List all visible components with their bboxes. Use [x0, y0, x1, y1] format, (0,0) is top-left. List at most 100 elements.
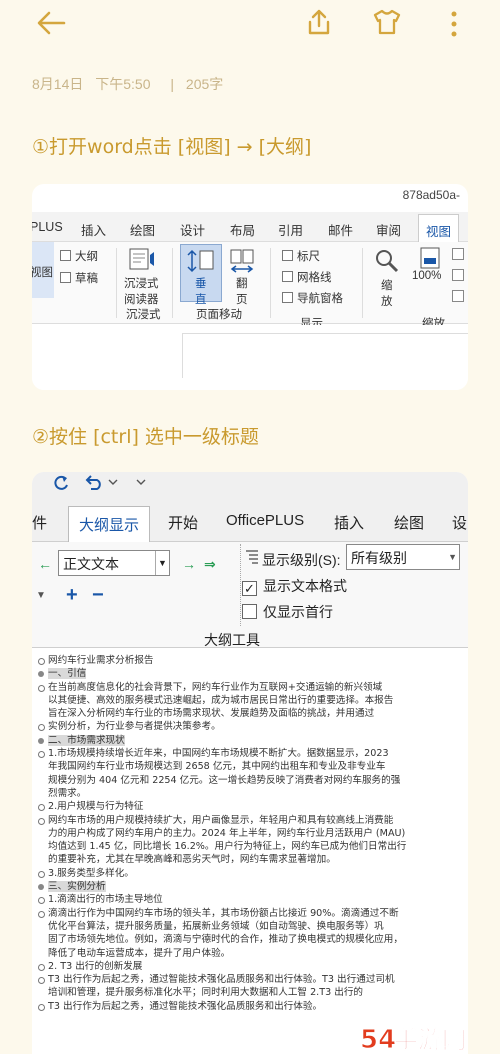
outline-icon — [60, 250, 71, 261]
draft-button[interactable]: 草稿 — [60, 270, 98, 286]
zoom-label[interactable]: 缩 放 — [381, 277, 393, 309]
tab-insert[interactable]: 插入 — [81, 220, 106, 239]
undo-dropdown-icon[interactable] — [108, 478, 118, 486]
outline-body-line[interactable]: 在当前高度信息化的社会背景下，网约车行业作为互联网+交通运输的新兴领域 — [36, 681, 468, 694]
immersive-reader-label[interactable]: 沉浸式 阅读器 — [124, 275, 159, 307]
tab-mailings[interactable]: 邮件 — [328, 220, 353, 239]
one-page-icon[interactable] — [452, 248, 464, 260]
theme-shirt-icon[interactable] — [372, 9, 402, 35]
tab-references[interactable]: 引用 — [278, 220, 303, 239]
tab-view[interactable]: 视图 — [418, 214, 460, 242]
demote-to-body-icon[interactable]: ⇒ — [204, 556, 216, 573]
outline-body-line[interactable]: 滴滴出行作为中国网约车市场的领头羊，其市场份额占比接近 90%。滴滴通过不断 — [36, 907, 468, 920]
outline-body-line[interactable]: 年我国网约车行业市场规模达到 2658 亿元，其中网约出租车和专业及非专业车 — [36, 760, 468, 773]
show-text-format-checkbox[interactable]: ✓ 显示文本格式 — [242, 576, 347, 596]
tab-draw[interactable]: 绘图 — [394, 512, 424, 533]
outline-body-line[interactable]: 均值达到 1.45 亿，同比增长 16.2%。用户行为特征上，网约车已成为他们日… — [36, 840, 468, 853]
page-edge — [182, 333, 468, 378]
watermark-logo: 54 手游网 — [360, 1025, 467, 1054]
outline-body-line[interactable]: 力的用户构成了网约车用户的主力。2024 年上半年，网约车行业月活跃用户 (MA… — [36, 827, 468, 840]
screenshot-word-outline: 件 大纲显示 开始 OfficePLUS 插入 绘图 设 ← 正文文本 ▼ → … — [32, 472, 468, 1054]
outline-body-line[interactable]: 3.服务类型多样化。 — [36, 867, 468, 880]
outline-body-line[interactable]: 1.滴滴出行的市场主导地位 — [36, 893, 468, 906]
checkmark-icon: ✓ — [242, 581, 257, 596]
nav-pane-checkbox[interactable]: 导航窗格 — [282, 290, 343, 306]
flip-page-icon — [230, 249, 254, 273]
tab-file[interactable]: 件 — [32, 512, 47, 533]
gridlines-checkbox[interactable]: 网格线 — [282, 269, 332, 285]
meta-separator: | — [170, 76, 175, 92]
tab-review[interactable]: 审阅 — [376, 220, 401, 239]
tab-design[interactable]: 设 — [452, 512, 467, 533]
outline-body-line[interactable]: T3 出行作为后起之秀，通过智能技术强化品质服务和出行体验。 — [36, 1000, 468, 1013]
outline-body-line[interactable]: 网约车市场的用户规模持续扩大，用户画像显示，年轻用户和具有较高线上消费能 — [36, 814, 468, 827]
outline-body-line[interactable]: 网约车行业需求分析报告 — [36, 654, 468, 667]
outline-body-line[interactable]: 实例分析，为行业参与者提供决策参考。 — [36, 720, 468, 733]
word-count: 205字 — [185, 76, 224, 92]
outline-body-line[interactable]: 培训和管理，提升服务标准化水平；同时利用大数据和人工智 2.T3 出行的 — [36, 986, 468, 999]
outline-tools-group-label: 大纲工具 — [204, 632, 260, 648]
outline-body-line[interactable]: 优化平台算法，提升服务质量，拓展新业务领域（如自动驾驶、换电服务等）巩 — [36, 920, 468, 933]
group-immersive-label: 沉浸式 — [126, 309, 161, 321]
expand-icon[interactable]: + — [66, 584, 78, 607]
outline-ribbon: ← 正文文本 ▼ → ⇒ ▼ + − 显示级别(S): 所有级别 ▼ ✓ 显示文本… — [32, 542, 468, 648]
tab-home[interactable]: 开始 — [168, 512, 198, 533]
tab-insert[interactable]: 插入 — [334, 512, 364, 533]
vertical-scroll-icon — [187, 249, 214, 273]
outline-heading-line[interactable]: 三、实例分析 — [36, 880, 468, 893]
tab-design[interactable]: 设计 — [180, 220, 205, 239]
ruler-checkbox[interactable]: 标尺 — [282, 248, 320, 264]
doc-id-text: 878ad50a- — [402, 188, 460, 202]
outline-body-line[interactable]: 旨在深入分析网约车行业的市场需求现状、发展趋势及面临的挑战，并用通过 — [36, 707, 468, 720]
refresh-icon[interactable] — [52, 474, 70, 492]
step1-title: ①打开word点击 [视图] → [大纲] — [32, 136, 312, 158]
flip-page-label[interactable]: 翻 页 — [236, 275, 248, 307]
note-date: 8月14日 — [32, 76, 84, 92]
more-icon[interactable] — [448, 10, 460, 38]
outline-body-line[interactable]: 烈需求。 — [36, 787, 468, 800]
top-bar — [0, 0, 500, 50]
undo-icon[interactable] — [84, 474, 104, 490]
show-level-dropdown-icon: ▼ — [448, 552, 457, 562]
multi-page-icon[interactable] — [452, 269, 464, 281]
outline-body-line[interactable]: 规模分别为 404 亿元和 2254 亿元。这一增长趋势反映了消费者对网约车服务… — [36, 774, 468, 787]
tab-draw[interactable]: 绘图 — [130, 220, 155, 239]
outline-body-line[interactable]: T3 出行作为后起之秀，通过智能技术强化品质服务和出行体验。T3 出行通过司机 — [36, 973, 468, 986]
tab-outline-view[interactable]: 大纲显示 — [68, 506, 151, 542]
outline-body-line[interactable]: 1.市场规模持续增长近年来，中国网约车市场规模不断扩大。据数据显示，2023 — [36, 747, 468, 760]
note-meta: 8月14日 下午5:50 | 205字 — [32, 74, 231, 94]
level-select[interactable]: 正文文本 ▼ — [58, 550, 170, 576]
zoom-100-button[interactable]: 100% — [412, 270, 441, 282]
screenshot-word-view-ribbon: 878ad50a- PLUS 插入 绘图 设计 布局 引用 邮件 审阅 视图 视… — [32, 184, 468, 390]
outline-body-line[interactable]: 2.用户规模与行为特征 — [36, 800, 468, 813]
svg-text:54: 54 — [360, 1025, 396, 1054]
first-line-only-checkbox[interactable]: 仅显示首行 — [242, 602, 333, 622]
outline-heading-line[interactable]: 二、市场需求现状 — [36, 734, 468, 747]
note-time: 下午5:50 — [95, 76, 151, 92]
qat-customize-icon[interactable] — [136, 478, 146, 486]
outline-body-line[interactable]: 2. T3 出行的创新发展 — [36, 960, 468, 973]
demote-icon[interactable]: → — [182, 556, 196, 572]
outline-heading-line[interactable]: 一、引信 — [36, 667, 468, 680]
outline-button[interactable]: 大纲 — [60, 248, 98, 264]
outline-document: 网约车行业需求分析报告 一、引信 在当前高度信息化的社会背景下，网约车行业作为互联网… — [32, 650, 468, 1054]
show-level-select[interactable]: 所有级别 ▼ — [346, 544, 460, 570]
back-arrow-icon[interactable] — [36, 10, 66, 36]
show-level-label: 显示级别(S): — [262, 552, 341, 568]
view-ribbon: 视图 大纲 草稿 沉浸式 阅读器 沉浸式 垂 直 翻 页 页面移动 标尺 网格线… — [32, 242, 468, 324]
outline-body-line[interactable]: 降低了电动车运营成本，提升了用户体验。 — [36, 947, 468, 960]
outline-body-line[interactable]: 的重要补充，尤其在早晚高峰和恶劣天气时，网约车需求显著增加。 — [36, 853, 468, 866]
tab-plus[interactable]: PLUS — [32, 220, 63, 234]
promote-icon[interactable]: ← — [38, 556, 52, 572]
move-down-icon[interactable]: ▼ — [36, 590, 46, 601]
ribbon-tabs: PLUS 插入 绘图 设计 布局 引用 邮件 审阅 视图 — [32, 212, 468, 242]
collapse-icon[interactable]: − — [92, 584, 104, 607]
share-icon[interactable] — [306, 8, 332, 36]
tab-layout[interactable]: 布局 — [230, 220, 255, 239]
outline-body-line[interactable]: 固了市场领先地位。例如，滴滴与宁德时代的合作，推动了换电模式的规模化应用， — [36, 933, 468, 946]
page-width-icon[interactable] — [452, 290, 464, 302]
tab-officeplus[interactable]: OfficePLUS — [226, 512, 304, 529]
outline-body-line[interactable]: 以其便捷、高效的服务模式迅速崛起，成为城市居民日常出行的重要选择。本报告 — [36, 694, 468, 707]
quick-access-toolbar — [32, 472, 468, 492]
vertical-label: 垂 直 — [195, 278, 207, 306]
